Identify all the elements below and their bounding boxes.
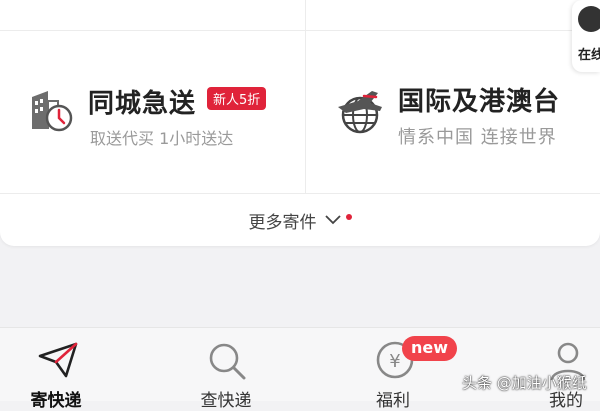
services-card: 同城急送 新人5折 取送代买 1小时送达 国际及港澳台 情系中国 连接世界 更多… [0, 0, 600, 246]
new-user-discount-badge: 新人5折 [207, 87, 267, 110]
city-delivery-clock-icon [32, 91, 73, 132]
service-subtitle: 取送代买 1小时送达 [90, 129, 234, 148]
notification-dot [345, 214, 352, 220]
service-subtitle: 情系中国 连接世界 [398, 127, 557, 148]
divider [305, 0, 306, 30]
watermark: 头条 @加油小猴纸 [462, 374, 587, 392]
divider [0, 193, 600, 194]
tab-track[interactable]: 查快递 [176, 328, 276, 411]
service-international[interactable]: 国际及港澳台 情系中国 连接世界 [306, 31, 600, 193]
chevron-down-icon [324, 215, 341, 225]
svg-text:¥: ¥ [389, 351, 400, 372]
online-service-label: 在线 [578, 48, 600, 63]
online-service-button[interactable]: 在线 [572, 0, 600, 72]
service-city-delivery[interactable]: 同城急送 新人5折 取送代买 1小时送达 [0, 31, 305, 193]
more-services-button[interactable]: 更多寄件 [0, 200, 600, 240]
service-title: 同城急送 [88, 89, 197, 119]
tab-send[interactable]: 寄快递 [6, 328, 106, 411]
globe-plane-icon [338, 91, 382, 134]
more-services-label: 更多寄件 [248, 212, 317, 233]
search-icon [209, 343, 246, 380]
tab-label: 查快递 [200, 391, 252, 411]
tab-label: 寄快递 [30, 391, 82, 411]
tab-label: 福利 [376, 391, 410, 411]
service-title: 国际及港澳台 [398, 87, 561, 117]
customer-service-icon [578, 6, 600, 32]
new-badge: new [402, 336, 458, 361]
paper-plane-icon [38, 342, 78, 378]
